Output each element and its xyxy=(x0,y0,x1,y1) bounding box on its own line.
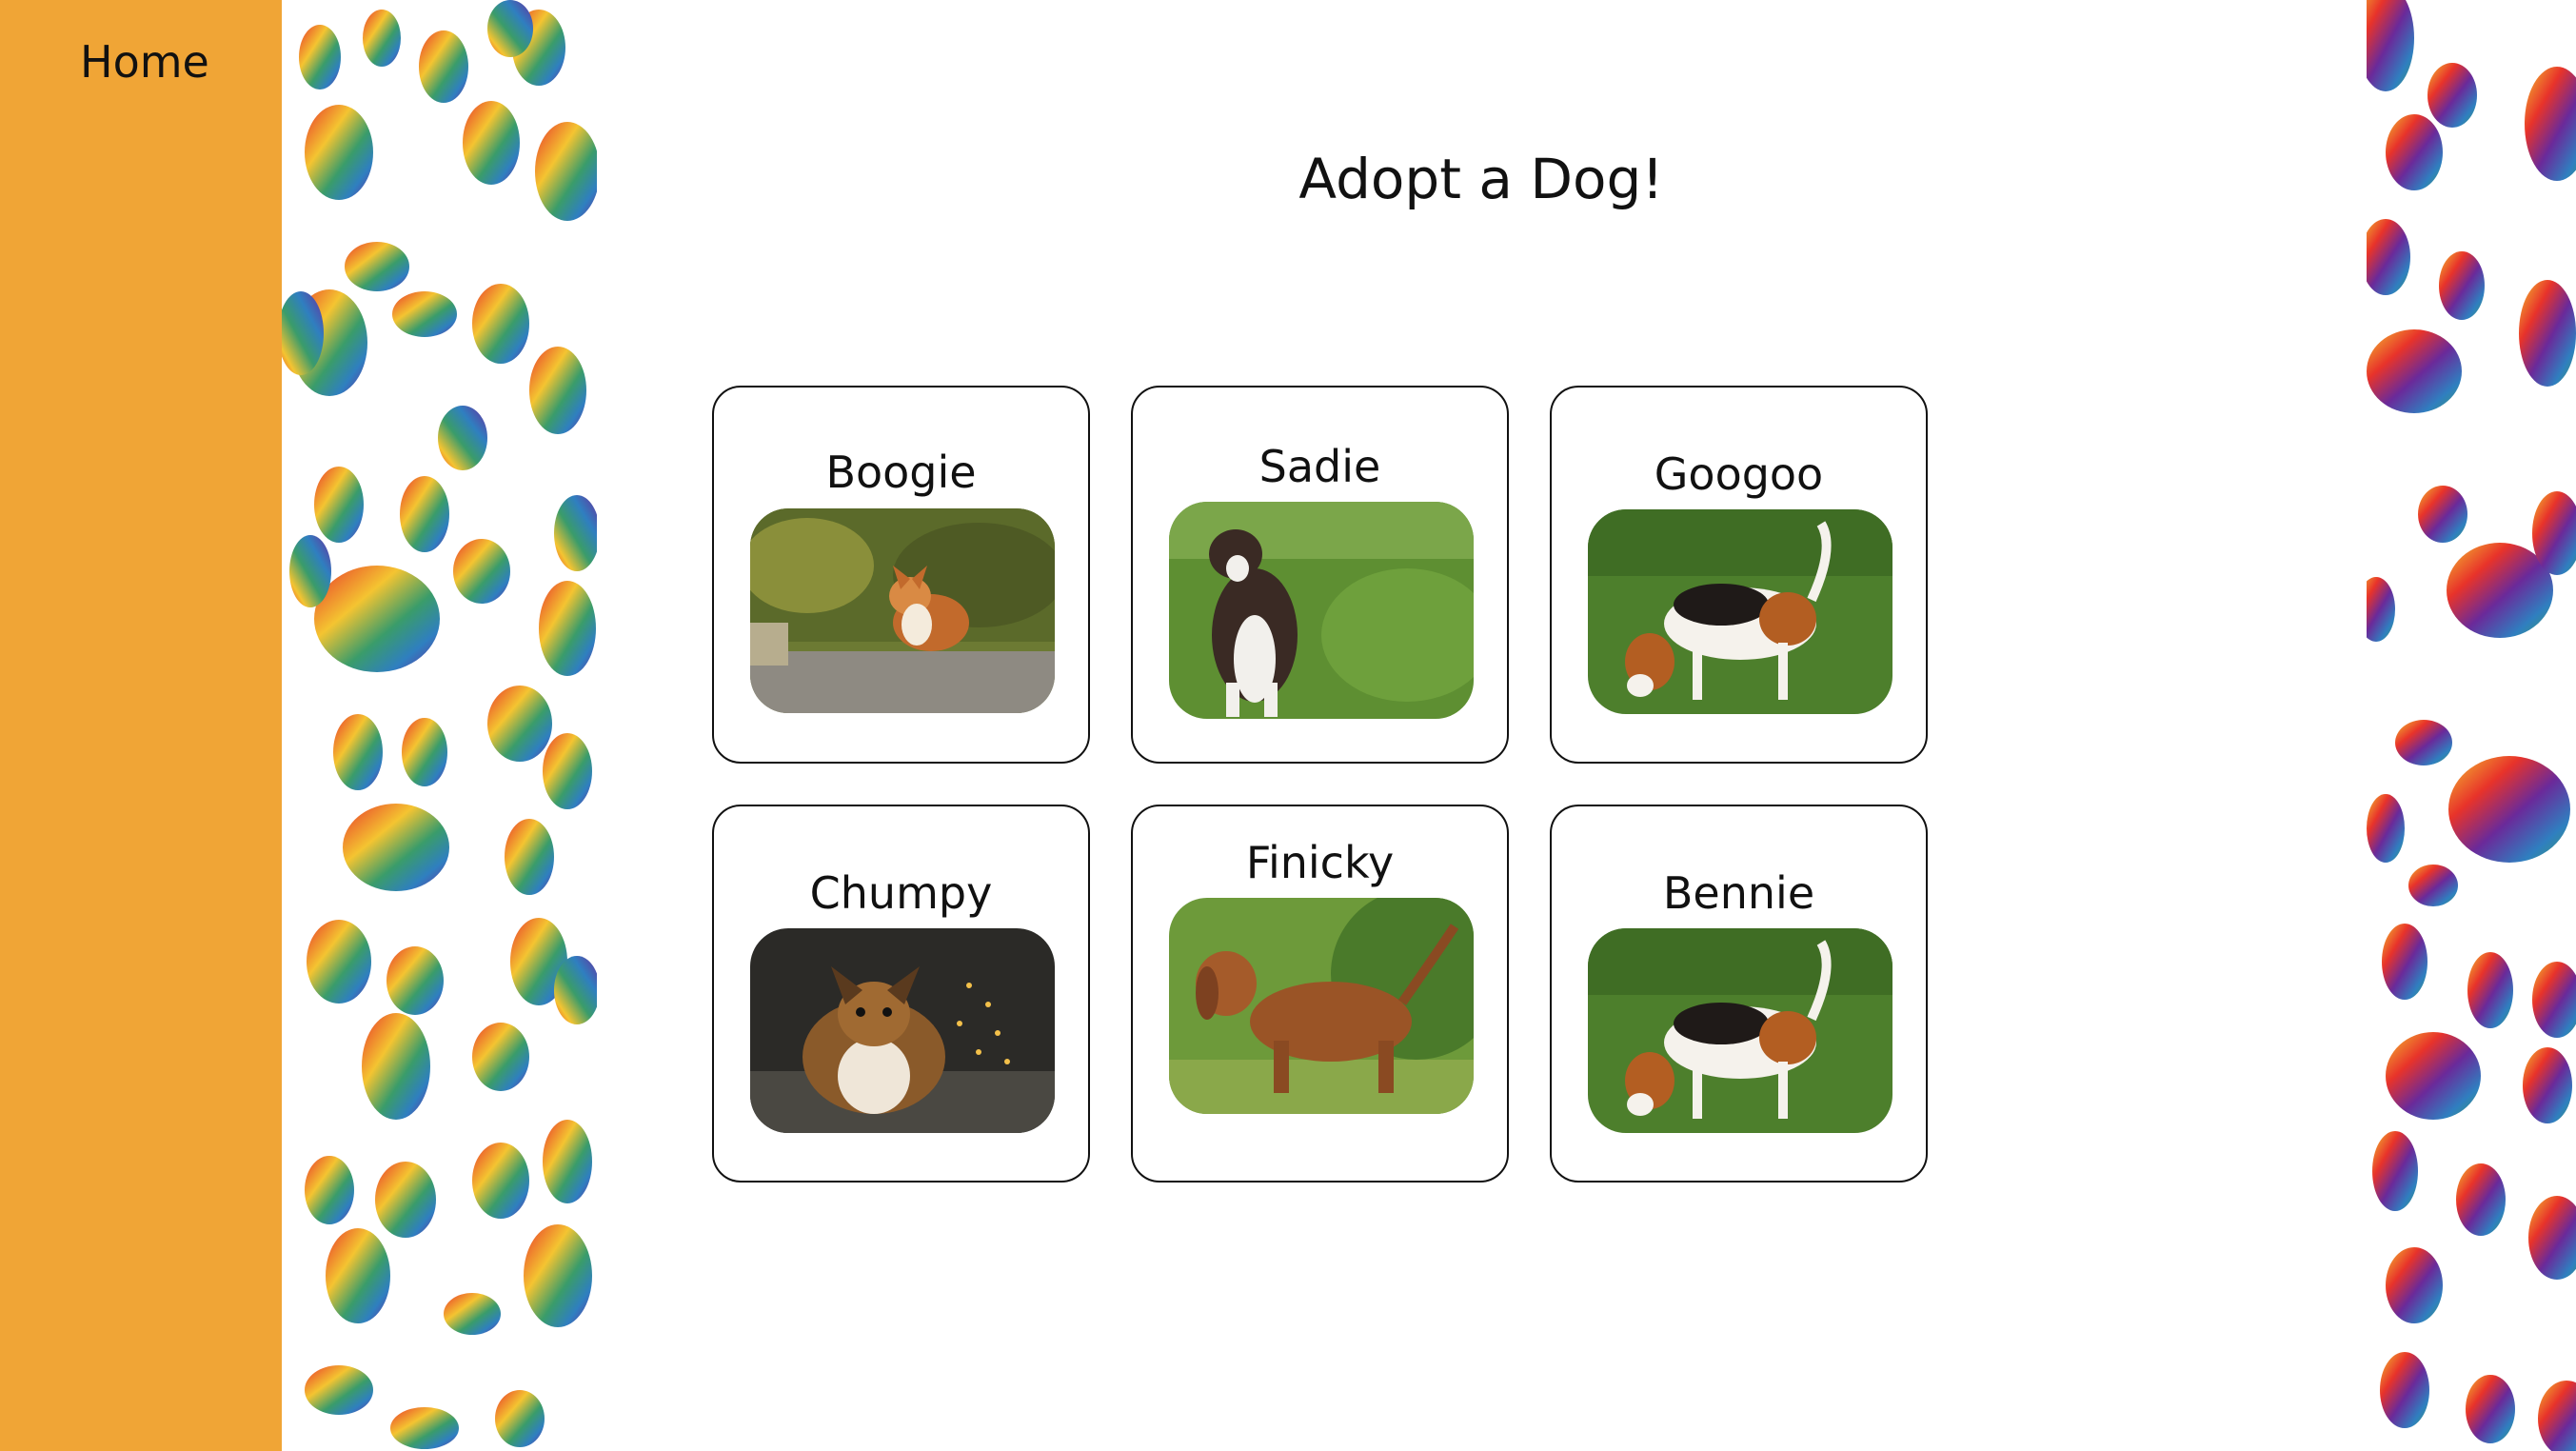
dog-photo[interactable] xyxy=(1588,928,1892,1133)
page-title: Adopt a Dog! xyxy=(1298,147,1664,211)
dog-card-bennie[interactable]: Bennie xyxy=(1550,805,1928,1183)
dog-name: Finicky xyxy=(1245,837,1395,888)
dog-card-finicky[interactable]: Finicky xyxy=(1131,805,1509,1183)
dog-name: Bennie xyxy=(1662,867,1815,919)
dog-card-chumpy[interactable]: Chumpy xyxy=(712,805,1090,1183)
paw-print-background-left xyxy=(282,0,597,1451)
dog-card-sadie[interactable]: Sadie xyxy=(1131,386,1509,764)
dog-name: Googoo xyxy=(1654,448,1824,500)
dog-photo[interactable] xyxy=(1169,898,1474,1114)
home-link[interactable]: Home xyxy=(80,36,209,88)
paw-print-background-right xyxy=(2367,0,2576,1451)
dog-photo[interactable] xyxy=(1169,502,1474,719)
dog-name: Boogie xyxy=(825,447,977,498)
dog-photo[interactable] xyxy=(1588,509,1892,714)
dog-card-boogie[interactable]: Boogie xyxy=(712,386,1090,764)
dog-photo[interactable] xyxy=(750,928,1055,1133)
dog-photo[interactable] xyxy=(750,508,1055,713)
dog-name: Chumpy xyxy=(809,867,993,919)
sidebar: Home xyxy=(0,0,282,1451)
dog-name: Sadie xyxy=(1258,441,1381,492)
dog-card-googoo[interactable]: Googoo xyxy=(1550,386,1928,764)
